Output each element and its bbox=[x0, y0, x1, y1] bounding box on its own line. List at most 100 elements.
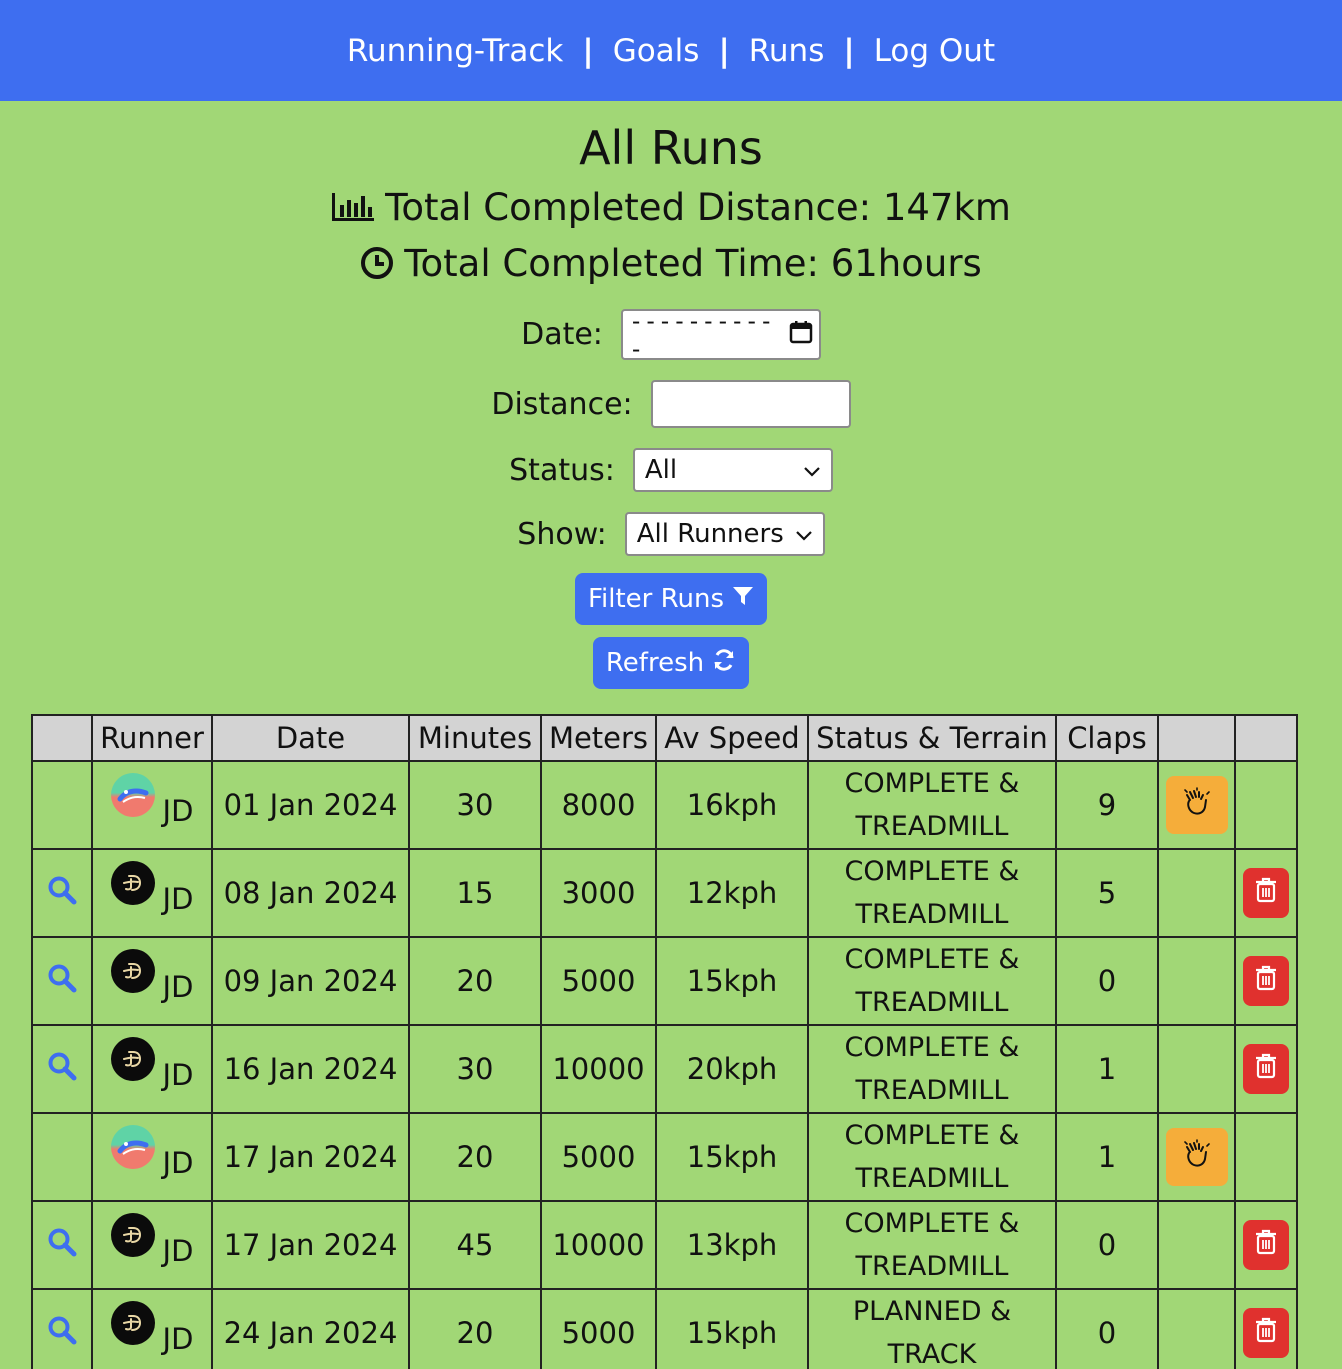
delete-button[interactable] bbox=[1243, 1220, 1289, 1270]
runner-cell: JD bbox=[91, 1288, 213, 1369]
clap-action-cell bbox=[1157, 848, 1236, 938]
terrain-text: TREADMILL bbox=[855, 1163, 1009, 1194]
avatar bbox=[110, 1125, 155, 1169]
show-filter-row: Show: All Runners bbox=[0, 512, 1342, 556]
status-text: COMPLETE & bbox=[844, 944, 1020, 975]
speed-cell: 13kph bbox=[655, 1200, 809, 1290]
nav-link-runs[interactable]: Runs bbox=[749, 33, 825, 69]
view-cell bbox=[31, 936, 93, 1026]
avatar bbox=[110, 949, 155, 993]
runner-cell: JD bbox=[91, 1112, 213, 1202]
nav-brand-link[interactable]: Running-Track bbox=[347, 33, 564, 69]
clap-button[interactable] bbox=[1165, 1128, 1228, 1186]
date-cell: 17 Jan 2024 bbox=[211, 1112, 410, 1202]
date-input[interactable]: ---------- - bbox=[620, 306, 821, 363]
page-title: All Runs bbox=[579, 121, 763, 175]
delete-button[interactable] bbox=[1243, 1308, 1289, 1358]
clap-action-cell bbox=[1157, 936, 1236, 1026]
status-filter-row: Status: All bbox=[0, 448, 1342, 492]
clap-action-cell bbox=[1157, 1288, 1236, 1369]
status-text: COMPLETE & bbox=[844, 768, 1020, 799]
status-select[interactable]: All bbox=[632, 448, 833, 492]
chevron-down-icon bbox=[795, 519, 813, 549]
status-terrain-cell: PLANNED & TRACK bbox=[807, 1288, 1057, 1369]
header-date: Date bbox=[211, 714, 410, 762]
table-row: JD 17 Jan 2024 45 10000 13kph COMPLETE & TREAD… bbox=[31, 1200, 1298, 1290]
show-select-value: All Runners bbox=[636, 519, 784, 549]
search-icon[interactable] bbox=[47, 1052, 77, 1088]
calendar-icon[interactable] bbox=[789, 320, 813, 350]
delete-action-cell bbox=[1234, 1288, 1298, 1369]
terrain-text: TRACK bbox=[887, 1339, 977, 1369]
total-time-text: Total Completed Time: 61hours bbox=[404, 241, 982, 285]
runner-cell: JD bbox=[91, 936, 213, 1026]
date-filter-row: Date: ---------- - bbox=[0, 306, 1342, 363]
delete-action-cell bbox=[1234, 936, 1298, 1026]
show-select[interactable]: All Runners bbox=[624, 512, 825, 556]
view-cell bbox=[31, 1200, 93, 1290]
clap-button[interactable] bbox=[1165, 776, 1228, 834]
minutes-cell: 30 bbox=[408, 760, 542, 850]
nav-link-goals[interactable]: Goals bbox=[613, 33, 700, 69]
terrain-text: TREADMILL bbox=[855, 1251, 1009, 1282]
runner-cell: JD bbox=[91, 760, 213, 850]
speed-cell: 20kph bbox=[655, 1024, 809, 1114]
date-cell: 16 Jan 2024 bbox=[211, 1024, 410, 1114]
search-icon[interactable] bbox=[47, 1228, 77, 1264]
runner-initials: JD bbox=[162, 970, 194, 1004]
date-label: Date: bbox=[521, 317, 603, 352]
speed-cell: 15kph bbox=[655, 1112, 809, 1202]
meters-cell: 5000 bbox=[540, 936, 657, 1026]
avatar bbox=[110, 1037, 155, 1081]
nav-link-logout[interactable]: Log Out bbox=[874, 33, 995, 69]
avatar bbox=[110, 861, 155, 905]
search-icon[interactable] bbox=[47, 1316, 77, 1352]
status-terrain-cell: COMPLETE & TREADMILL bbox=[807, 1200, 1057, 1290]
runner-initials: JD bbox=[162, 1322, 194, 1356]
status-terrain-cell: COMPLETE & TREADMILL bbox=[807, 936, 1057, 1026]
meters-cell: 3000 bbox=[540, 848, 657, 938]
delete-action-cell bbox=[1234, 760, 1298, 850]
claps-cell: 5 bbox=[1055, 848, 1159, 938]
table-header-row: Runner Date Minutes Meters Av Speed Status & … bbox=[31, 714, 1298, 762]
header-runner: Runner bbox=[91, 714, 213, 762]
date-cell: 17 Jan 2024 bbox=[211, 1200, 410, 1290]
distance-input[interactable] bbox=[650, 380, 851, 428]
trash-icon bbox=[1255, 1316, 1277, 1350]
delete-button[interactable] bbox=[1243, 868, 1289, 918]
meters-cell: 5000 bbox=[540, 1288, 657, 1369]
total-distance-text: Total Completed Distance: 147km bbox=[385, 185, 1011, 229]
filter-runs-button[interactable]: Filter Runs bbox=[574, 573, 768, 625]
status-text: COMPLETE & bbox=[844, 1032, 1020, 1063]
claps-cell: 0 bbox=[1055, 1200, 1159, 1290]
speed-cell: 15kph bbox=[655, 936, 809, 1026]
delete-button[interactable] bbox=[1243, 956, 1289, 1006]
refresh-button[interactable]: Refresh bbox=[592, 637, 750, 689]
runner-initials: JD bbox=[162, 1146, 194, 1180]
bar-chart-icon bbox=[331, 191, 375, 223]
status-terrain-cell: COMPLETE & TREADMILL bbox=[807, 848, 1057, 938]
claps-cell: 1 bbox=[1055, 1024, 1159, 1114]
meters-cell: 10000 bbox=[540, 1024, 657, 1114]
trash-icon bbox=[1255, 1052, 1277, 1086]
search-icon[interactable] bbox=[47, 964, 77, 1000]
speed-cell: 12kph bbox=[655, 848, 809, 938]
clock-icon bbox=[360, 246, 394, 280]
runner-cell: JD bbox=[91, 848, 213, 938]
header-claps: Claps bbox=[1055, 714, 1159, 762]
nav-separator: | bbox=[582, 32, 594, 69]
claps-cell: 0 bbox=[1055, 936, 1159, 1026]
table-row: JD 09 Jan 2024 20 5000 15kph COMPLETE & TREADM… bbox=[31, 936, 1298, 1026]
view-cell bbox=[31, 1288, 93, 1369]
clap-icon bbox=[1181, 1138, 1213, 1177]
search-icon[interactable] bbox=[47, 876, 77, 912]
terrain-text: TREADMILL bbox=[855, 1075, 1009, 1106]
avatar bbox=[110, 1213, 155, 1257]
total-distance-stat: Total Completed Distance: 147km bbox=[0, 179, 1342, 235]
view-cell bbox=[31, 1024, 93, 1114]
status-text: PLANNED & bbox=[852, 1296, 1012, 1327]
date-input-value: ---------- - bbox=[628, 306, 774, 363]
date-cell: 24 Jan 2024 bbox=[211, 1288, 410, 1369]
delete-button[interactable] bbox=[1243, 1044, 1289, 1094]
total-time-stat: Total Completed Time: 61hours bbox=[0, 235, 1342, 291]
